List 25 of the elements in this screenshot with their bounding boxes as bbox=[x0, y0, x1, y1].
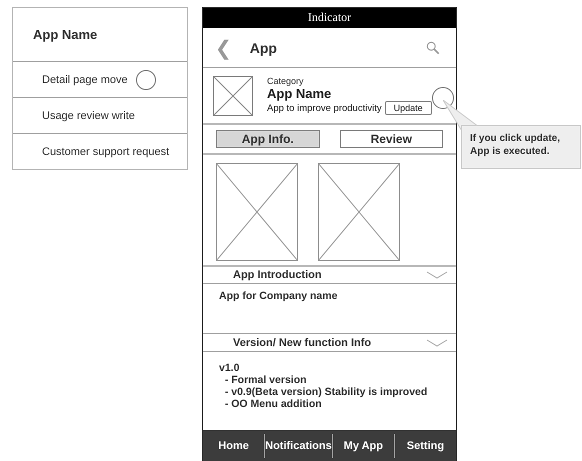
nav-tab[interactable]: Home bbox=[203, 430, 264, 461]
section-text: - Formal version bbox=[224, 374, 308, 386]
app-name: App Name bbox=[267, 86, 332, 102]
section-header[interactable]: Version/ New function Info bbox=[203, 334, 456, 352]
nav-tab[interactable]: Notifications bbox=[264, 434, 332, 458]
app-description: App to improve productivity bbox=[267, 102, 382, 114]
tab[interactable]: Review bbox=[340, 130, 443, 148]
nav-tab[interactable]: My App bbox=[332, 434, 394, 458]
page-title: App bbox=[250, 40, 278, 56]
update-button[interactable]: Update bbox=[384, 101, 432, 116]
category-label: Category bbox=[267, 76, 305, 86]
nav-tab[interactable]: Setting bbox=[394, 434, 456, 458]
app-icon-placeholder bbox=[213, 76, 253, 116]
menu-item[interactable]: Detail page move bbox=[13, 62, 187, 97]
menu-item[interactable]: Usage review write bbox=[13, 97, 187, 133]
menu-item[interactable]: Customer support request bbox=[13, 133, 187, 169]
section-text: App for Company name bbox=[219, 290, 338, 302]
status-text: Indicator bbox=[308, 10, 352, 26]
section-text: v1.0 bbox=[219, 362, 240, 374]
section-text: - v0.9(Beta version) Stability is improved bbox=[224, 386, 428, 398]
tab[interactable]: App Info. bbox=[216, 130, 320, 148]
search-icon[interactable] bbox=[426, 40, 440, 55]
app-name: App Name bbox=[13, 8, 187, 62]
section-text: - OO Menu addition bbox=[224, 398, 323, 410]
section-header[interactable]: App Introduction bbox=[203, 266, 456, 284]
